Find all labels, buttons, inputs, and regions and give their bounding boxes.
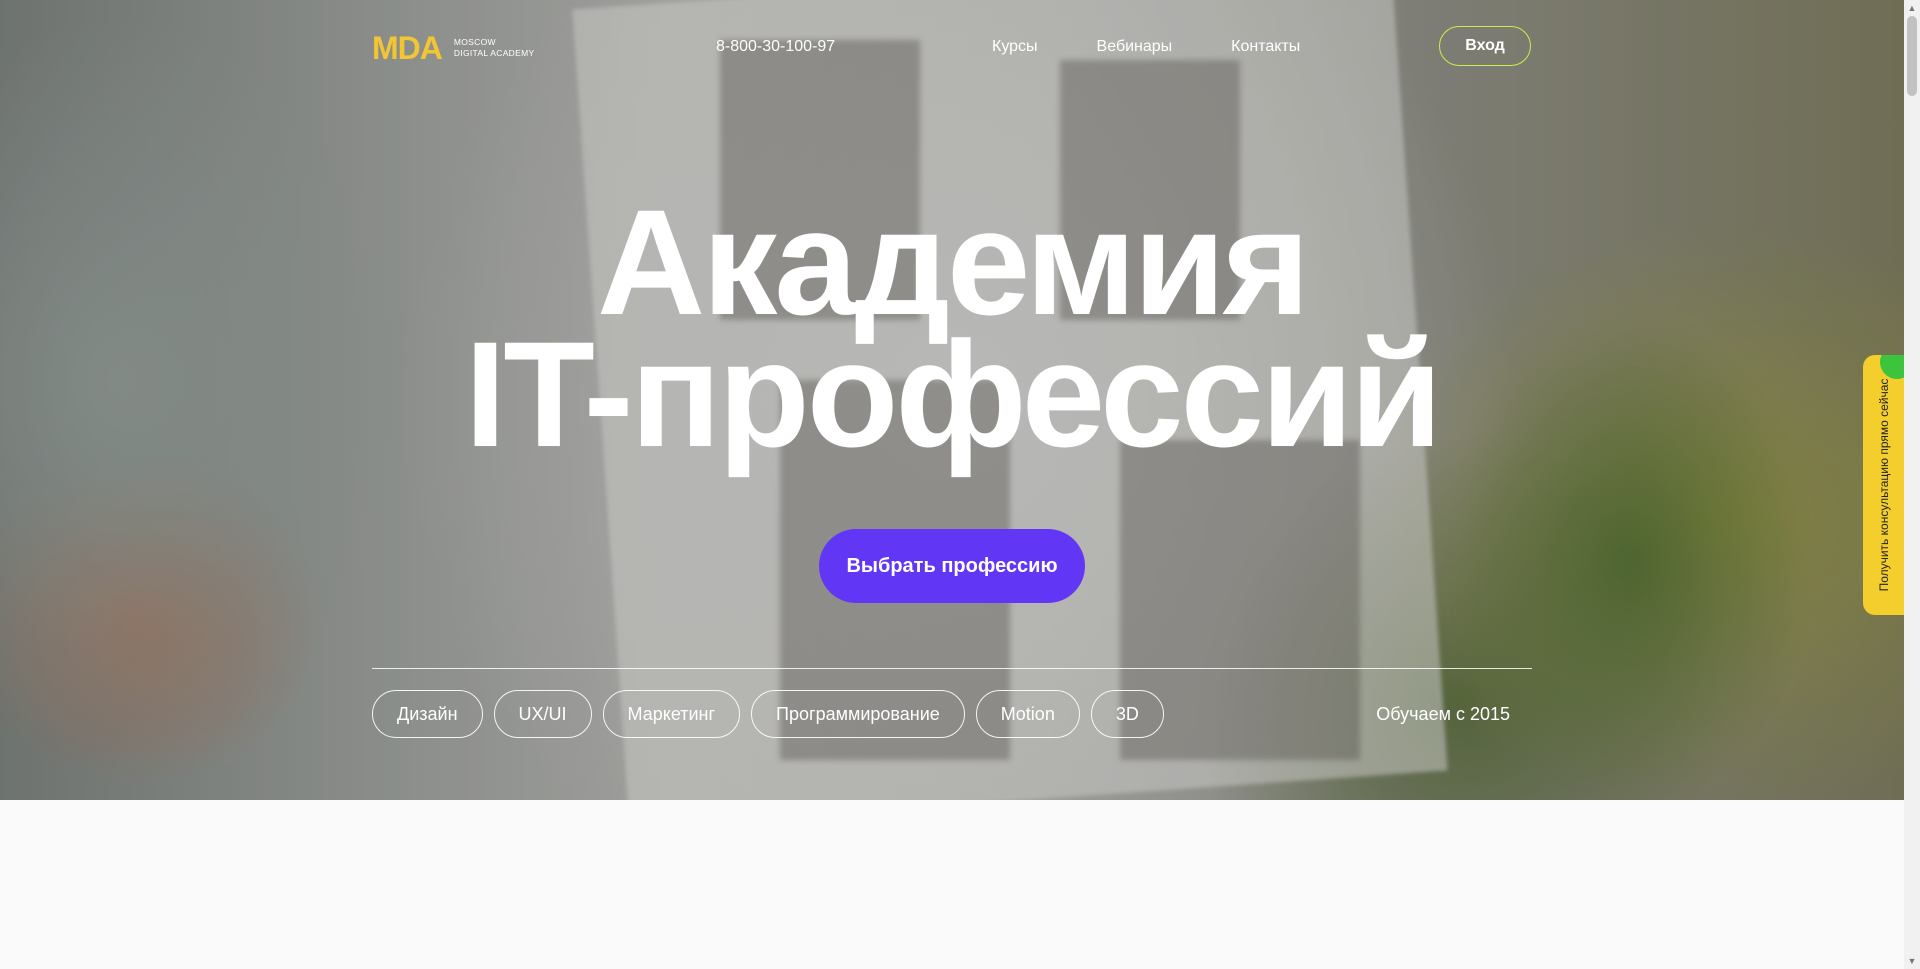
- phone-link[interactable]: 8-800-30-100-97: [716, 38, 835, 56]
- nav-item-courses[interactable]: Курсы: [992, 38, 1038, 56]
- tag-marketing[interactable]: Маркетинг: [602, 690, 741, 738]
- tag-programming[interactable]: Программирование: [751, 690, 965, 738]
- online-indicator-icon: [1880, 355, 1904, 379]
- logo-text: MOSCOW DIGITAL ACADEMY: [454, 37, 535, 59]
- tag-ux-ui[interactable]: UX/UI: [493, 690, 592, 738]
- nav-item-webinars[interactable]: Вебинары: [1097, 38, 1173, 56]
- since-text: Обучаем с 2015: [1376, 704, 1510, 724]
- logo-text-line2: DIGITAL ACADEMY: [453, 48, 535, 58]
- tag-motion[interactable]: Motion: [975, 690, 1080, 738]
- scrollbar-thumb[interactable]: [1907, 16, 1917, 96]
- scrollbar[interactable]: ▲ ▼: [1904, 0, 1920, 969]
- tag-3d[interactable]: 3D: [1090, 690, 1164, 738]
- scroll-up-icon[interactable]: ▲: [1904, 0, 1920, 16]
- consultation-side-tab[interactable]: Получить консультацию прямо сейчас: [1863, 355, 1904, 615]
- hero-title: Академия IT-профессий: [0, 178, 1904, 478]
- hero-title-line2: IT-профессий: [464, 310, 1443, 478]
- logo-text-line1: MOSCOW: [453, 37, 496, 47]
- divider: [372, 668, 1532, 669]
- main-nav: Курсы Вебинары Контакты: [992, 38, 1359, 56]
- logo-mark: MDA: [372, 30, 443, 66]
- profession-tags: Дизайн UX/UI Маркетинг Программирование …: [372, 690, 1164, 738]
- consultation-label: Получить консультацию прямо сейчас: [1876, 378, 1891, 592]
- logo[interactable]: MDA MOSCOW DIGITAL ACADEMY: [372, 32, 534, 64]
- scroll-down-icon[interactable]: ▼: [1904, 953, 1920, 969]
- hero-section: MDA MOSCOW DIGITAL ACADEMY 8-800-30-100-…: [0, 0, 1904, 800]
- hero-title-line1: Академия: [596, 178, 1310, 346]
- login-button[interactable]: Вход: [1439, 26, 1531, 66]
- nav-item-contacts[interactable]: Контакты: [1231, 38, 1300, 56]
- tag-design[interactable]: Дизайн: [372, 690, 483, 738]
- choose-profession-button[interactable]: Выбрать профессию: [819, 529, 1085, 603]
- page: MDA MOSCOW DIGITAL ACADEMY 8-800-30-100-…: [0, 0, 1920, 969]
